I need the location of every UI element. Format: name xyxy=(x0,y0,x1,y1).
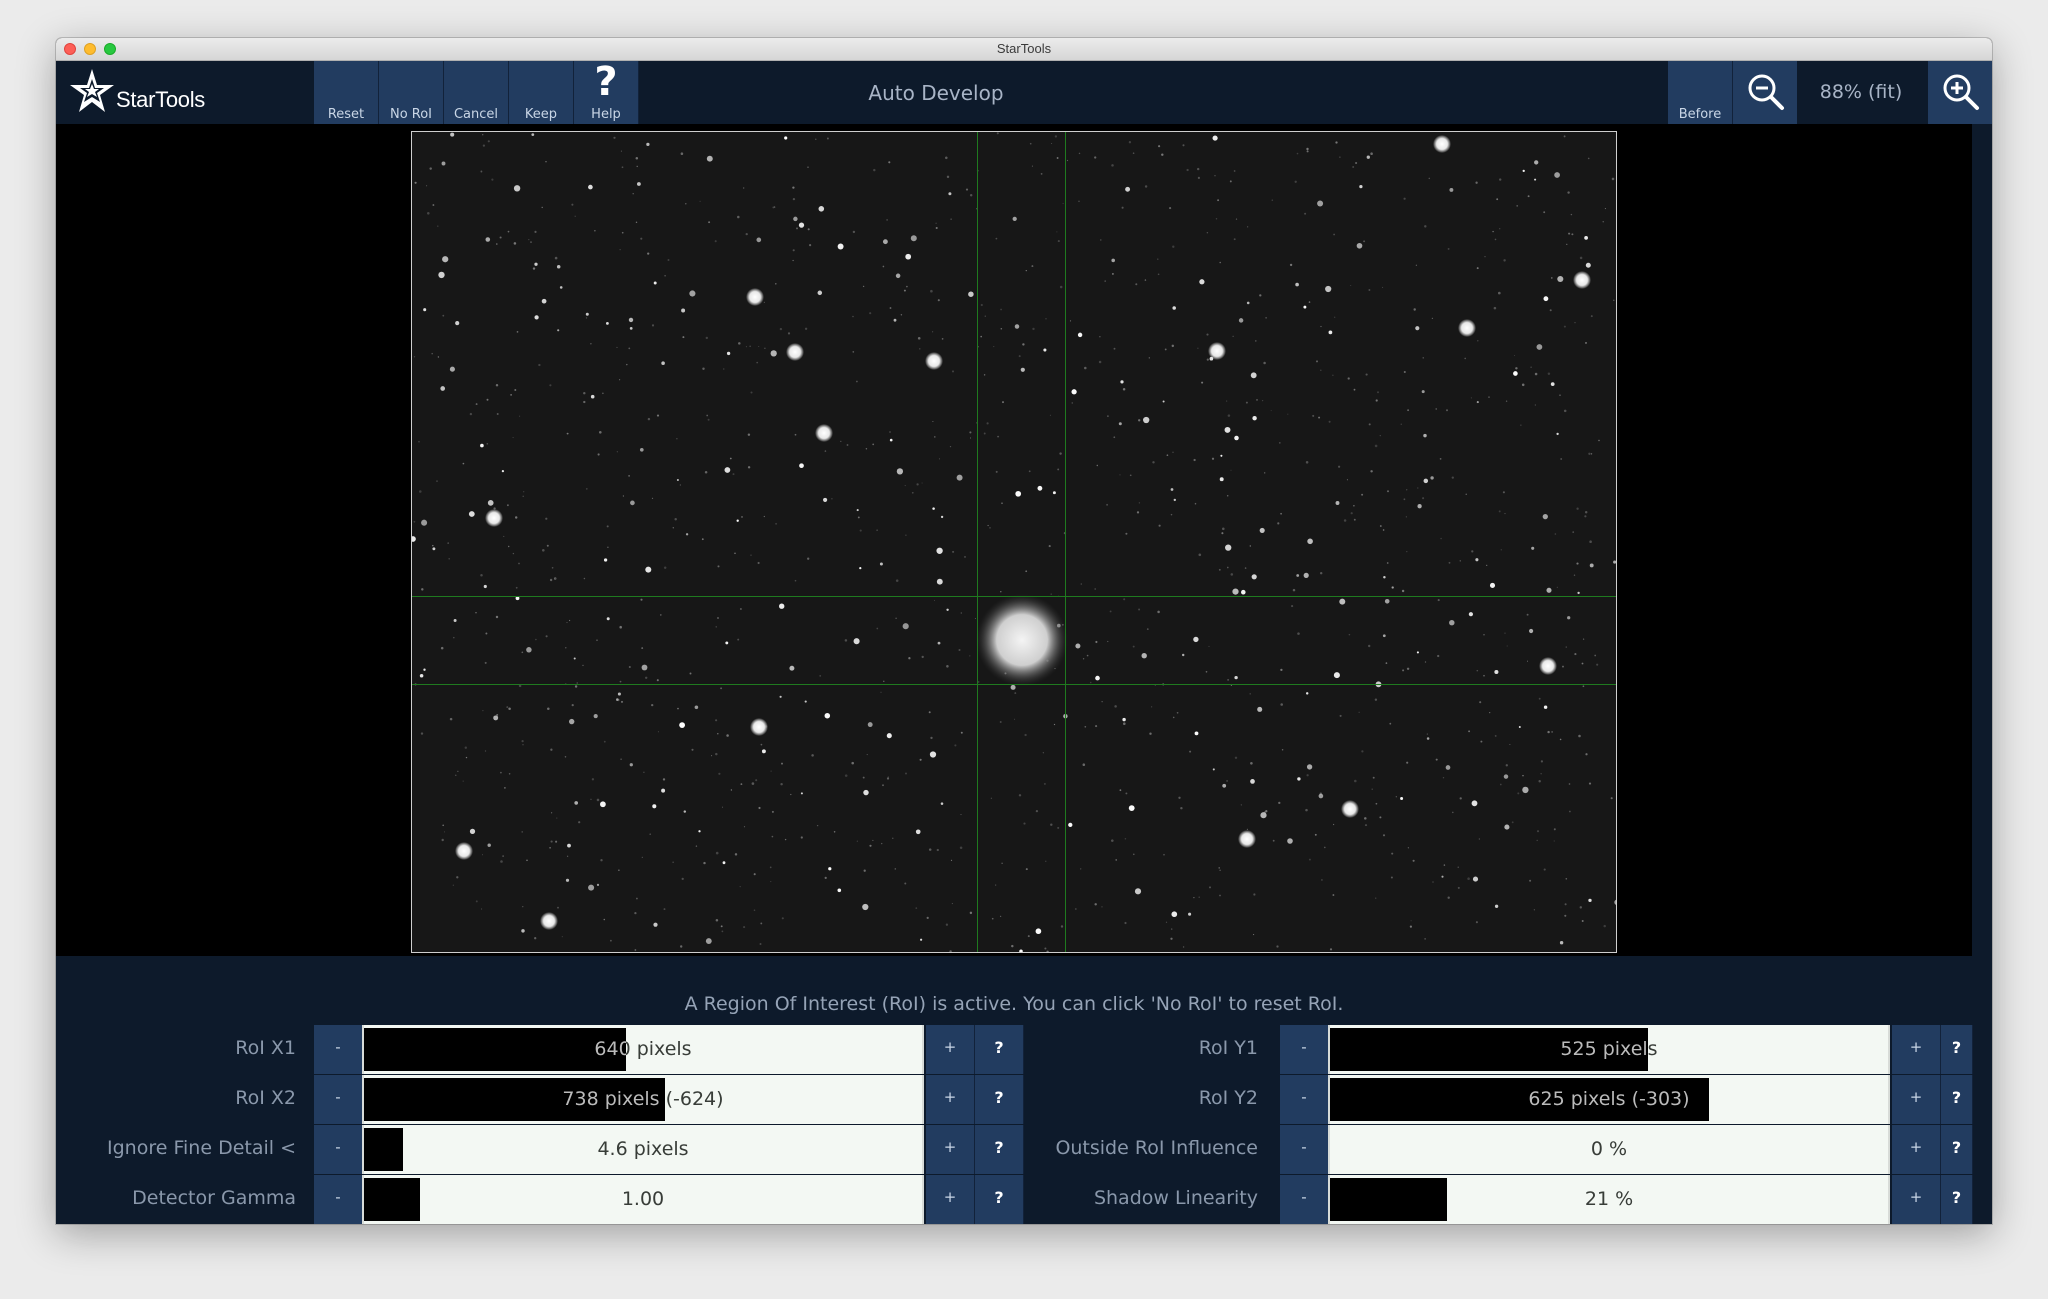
before-button-label: Before xyxy=(1678,107,1722,122)
slider-value: 4.6 pixels xyxy=(597,1138,689,1160)
param-help-button[interactable]: ? xyxy=(1941,1175,1973,1224)
param-row-roi-x2: RoI X2 - 738 pixels (-624) + ? xyxy=(56,1075,1024,1124)
param-label: RoI X2 xyxy=(235,1087,296,1109)
param-help-button[interactable]: ? xyxy=(975,1125,1024,1174)
increase-button[interactable]: + xyxy=(926,1075,975,1124)
slider-value: 21 % xyxy=(1584,1188,1634,1210)
param-row-detector-gamma: Detector Gamma - 1.00 + ? xyxy=(56,1175,1024,1224)
detector-gamma-slider[interactable]: 1.00 xyxy=(362,1175,924,1224)
param-help-button[interactable]: ? xyxy=(975,1075,1024,1124)
no-roi-button-label: No RoI xyxy=(389,107,433,122)
no-roi-button[interactable]: No RoI xyxy=(379,61,444,124)
slider-value: 738 pixels (-624) xyxy=(562,1088,724,1110)
reset-button[interactable]: Reset xyxy=(314,61,379,124)
increase-button[interactable]: + xyxy=(1892,1125,1941,1174)
cancel-button-label: Cancel xyxy=(453,107,499,122)
param-label: RoI Y1 xyxy=(1198,1037,1258,1059)
decrease-button[interactable]: - xyxy=(314,1025,363,1074)
window-title: StarTools xyxy=(996,41,1052,56)
increase-button[interactable]: + xyxy=(926,1175,975,1224)
roi-info-text: A Region Of Interest (RoI) is active. Yo… xyxy=(684,993,1344,1015)
app-logo: StarTools xyxy=(70,65,270,119)
decrease-button[interactable]: - xyxy=(314,1125,363,1174)
title-bar: StarTools xyxy=(56,38,1992,61)
zoom-in-icon xyxy=(1943,74,1979,110)
help-button-label: Help xyxy=(591,107,621,122)
decrease-button[interactable]: - xyxy=(1280,1075,1329,1124)
image-canvas[interactable] xyxy=(56,124,1972,956)
help-question-icon: ? xyxy=(594,59,618,105)
param-row-shadow-linearity: Shadow Linearity - 21 % + ? xyxy=(1024,1175,1973,1224)
keep-button-label: Keep xyxy=(524,107,558,122)
starfield-image xyxy=(412,132,1616,952)
increase-button[interactable]: + xyxy=(1892,1075,1941,1124)
roi-line-y2[interactable] xyxy=(412,684,1616,685)
param-row-roi-x1: RoI X1 - 640 pixels + ? xyxy=(56,1025,1024,1074)
before-button[interactable]: Before xyxy=(1668,61,1733,124)
decrease-button[interactable]: - xyxy=(314,1175,363,1224)
param-help-button[interactable]: ? xyxy=(1941,1075,1973,1124)
zoom-out-button[interactable] xyxy=(1733,61,1797,124)
shadow-linearity-slider[interactable]: 21 % xyxy=(1328,1175,1890,1224)
toolbar: StarTools Reset No RoI Cancel Keep ? Hel… xyxy=(56,59,1992,124)
help-button[interactable]: ? Help xyxy=(574,59,639,124)
param-help-button[interactable]: ? xyxy=(1941,1125,1973,1174)
zoom-out-icon xyxy=(1748,74,1784,110)
zoom-in-button[interactable] xyxy=(1928,61,1992,124)
slider-value: 525 pixels xyxy=(1560,1038,1658,1060)
star-logo-icon xyxy=(70,69,114,112)
param-row-roi-y2: RoI Y2 - 625 pixels (-303) + ? xyxy=(1024,1075,1973,1124)
slider-value: 1.00 xyxy=(621,1188,665,1210)
increase-button[interactable]: + xyxy=(926,1025,975,1074)
param-label: RoI Y2 xyxy=(1198,1087,1258,1109)
roi-line-x1[interactable] xyxy=(977,132,978,952)
app-window: StarTools StarTools Reset No RoI Cancel … xyxy=(56,38,1992,1224)
roi-x2-slider[interactable]: 738 pixels (-624) xyxy=(362,1075,924,1124)
zoom-level: 88% (fit) xyxy=(1819,81,1903,103)
param-label: Outside RoI Influence xyxy=(1055,1137,1258,1159)
roi-y2-slider[interactable]: 625 pixels (-303) xyxy=(1328,1075,1890,1124)
astro-image[interactable] xyxy=(411,131,1617,953)
roi-y1-slider[interactable]: 525 pixels xyxy=(1328,1025,1890,1074)
tool-title: Auto Develop xyxy=(868,81,1004,105)
param-row-roi-y1: RoI Y1 - 525 pixels + ? xyxy=(1024,1025,1973,1074)
reset-button-label: Reset xyxy=(327,107,365,122)
slider-value: 640 pixels xyxy=(594,1038,692,1060)
param-help-button[interactable]: ? xyxy=(1941,1025,1973,1074)
cancel-button[interactable]: Cancel xyxy=(444,61,509,124)
param-help-button[interactable]: ? xyxy=(975,1175,1024,1224)
decrease-button[interactable]: - xyxy=(1280,1025,1329,1074)
param-label: RoI X1 xyxy=(235,1037,296,1059)
ignore-fine-detail-slider[interactable]: 4.6 pixels xyxy=(362,1125,924,1174)
param-help-button[interactable]: ? xyxy=(975,1025,1024,1074)
outside-roi-influence-slider[interactable]: 0 % xyxy=(1328,1125,1890,1174)
decrease-button[interactable]: - xyxy=(314,1075,363,1124)
slider-value: 0 % xyxy=(1590,1138,1628,1160)
decrease-button[interactable]: - xyxy=(1280,1125,1329,1174)
param-row-outside-roi-influence: Outside RoI Influence - 0 % + ? xyxy=(1024,1125,1973,1174)
param-row-ignore-fine-detail: Ignore Fine Detail < - 4.6 pixels + ? xyxy=(56,1125,1024,1174)
increase-button[interactable]: + xyxy=(926,1125,975,1174)
keep-button[interactable]: Keep xyxy=(509,61,574,124)
logo-text: StarTools xyxy=(116,87,206,112)
decrease-button[interactable]: - xyxy=(1280,1175,1329,1224)
param-label: Ignore Fine Detail < xyxy=(107,1137,296,1159)
param-label: Detector Gamma xyxy=(132,1187,296,1209)
roi-line-x2[interactable] xyxy=(1065,132,1066,952)
roi-line-y1[interactable] xyxy=(412,596,1616,597)
parameter-panel: A Region Of Interest (RoI) is active. Yo… xyxy=(56,956,1973,1224)
param-label: Shadow Linearity xyxy=(1093,1187,1258,1209)
increase-button[interactable]: + xyxy=(1892,1175,1941,1224)
increase-button[interactable]: + xyxy=(1892,1025,1941,1074)
slider-value: 625 pixels (-303) xyxy=(1528,1088,1690,1110)
roi-x1-slider[interactable]: 640 pixels xyxy=(362,1025,924,1074)
right-scroll-strip xyxy=(1972,124,1992,1224)
